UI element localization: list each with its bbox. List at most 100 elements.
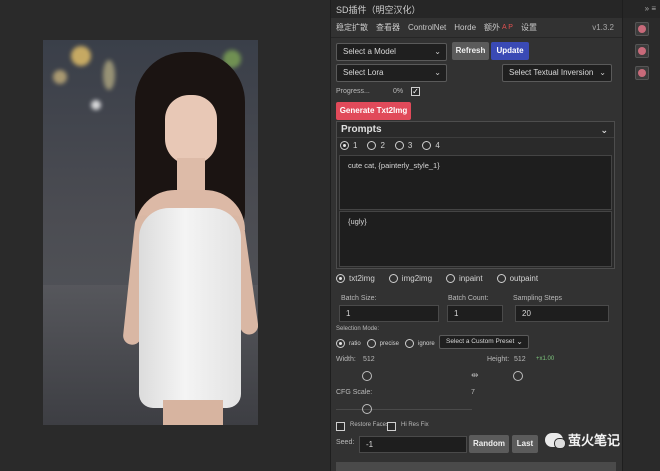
link-ratio-icon[interactable]: ⇹ bbox=[471, 370, 479, 381]
prompt-slot-1[interactable]: 1 bbox=[340, 141, 357, 150]
radio-icon bbox=[336, 274, 345, 283]
hi-res-fix-checkbox[interactable] bbox=[387, 422, 396, 431]
mode-label: inpaint bbox=[459, 274, 483, 283]
generated-image[interactable] bbox=[43, 40, 258, 425]
tab-viewer[interactable]: 查看器 bbox=[376, 22, 400, 33]
batch-size-input[interactable]: 1 bbox=[339, 305, 439, 322]
sd-plugin-panel: SD插件（明空汉化） 稳定扩散 查看器 ControlNet Horde 额外 … bbox=[330, 0, 622, 471]
refresh-button[interactable]: Refresh bbox=[452, 42, 489, 60]
cfg-scale-label: CFG Scale: bbox=[336, 389, 373, 396]
custom-preset-select[interactable]: Select a Custom Preset ⌄ bbox=[439, 335, 529, 349]
selection-ratio[interactable]: ratio bbox=[336, 339, 361, 348]
prompt-slot-2[interactable]: 2 bbox=[367, 141, 385, 150]
height-slider-knob[interactable] bbox=[513, 371, 523, 381]
batch-count-input[interactable]: 1 bbox=[447, 305, 503, 322]
selection-mode-label: Selection Mode: bbox=[336, 326, 380, 332]
negative-prompt-textarea[interactable]: {ugly} bbox=[339, 211, 612, 267]
radio-icon bbox=[366, 339, 376, 348]
tab-extras[interactable]: 额外 bbox=[484, 22, 500, 33]
width-label: Width: bbox=[336, 356, 356, 363]
seed-label: Seed: bbox=[336, 439, 355, 446]
radio-icon bbox=[394, 141, 404, 150]
custom-preset-value: Select a Custom Preset bbox=[446, 338, 515, 345]
cfg-scale-value: 7 bbox=[471, 389, 475, 396]
textual-inversion-select[interactable]: Select Textual Inversion ⌄ bbox=[502, 64, 612, 82]
radio-icon bbox=[336, 339, 345, 348]
mode-label: txt2img bbox=[349, 274, 375, 283]
last-seed-button[interactable]: Last bbox=[512, 435, 538, 453]
height-label: Height: bbox=[487, 356, 510, 363]
seed-input[interactable]: -1 bbox=[359, 436, 467, 453]
selection-mode-group: ratio precise ignore bbox=[336, 339, 441, 348]
sampling-steps-input[interactable]: 20 bbox=[515, 305, 609, 322]
chevron-down-icon: ⌄ bbox=[600, 125, 608, 135]
mode-img2img[interactable]: img2img bbox=[388, 274, 433, 283]
thumbnail-icon[interactable] bbox=[635, 66, 649, 80]
version-label: v1.3.2 bbox=[592, 23, 614, 32]
selection-option-label: ratio bbox=[349, 340, 361, 347]
wechat-icon bbox=[545, 432, 566, 449]
prompts-title: Prompts bbox=[341, 124, 382, 135]
watermark-text: 萤火笔记 bbox=[568, 433, 621, 448]
width-value: 512 bbox=[363, 356, 375, 363]
right-tool-strip: » ≡ bbox=[622, 0, 660, 471]
prompt-slot-label: 2 bbox=[380, 141, 385, 150]
selection-option-label: ignore bbox=[418, 340, 435, 347]
thumbnail-icon[interactable] bbox=[635, 44, 649, 58]
positive-prompt-textarea[interactable]: cute cat, {painterly_style_1} bbox=[339, 155, 612, 210]
width-slider-knob[interactable] bbox=[362, 371, 372, 381]
progress-checkbox[interactable]: ✓ bbox=[411, 87, 420, 96]
model-select-value: Select a Model bbox=[343, 47, 396, 56]
selection-ignore[interactable]: ignore bbox=[405, 339, 435, 348]
model-select[interactable]: Select a Model ⌄ bbox=[336, 43, 447, 61]
prompt-slot-label: 1 bbox=[353, 141, 358, 150]
tab-horde[interactable]: Horde bbox=[454, 23, 476, 32]
hi-res-fix-label: Hi Res Fix bbox=[401, 422, 429, 428]
generate-button[interactable]: Generate Txt2Img bbox=[336, 102, 411, 120]
prompt-slot-label: 4 bbox=[435, 141, 440, 150]
progress-value: 0% bbox=[393, 88, 404, 95]
radio-icon bbox=[340, 141, 349, 150]
tab-badge: A P bbox=[502, 24, 513, 31]
cfg-slider-track[interactable] bbox=[336, 409, 472, 410]
selection-precise[interactable]: precise bbox=[366, 339, 400, 348]
watermark: 萤火笔记 bbox=[545, 430, 620, 449]
panel-titlebar: SD插件（明空汉化） bbox=[331, 0, 622, 18]
tab-controlnet[interactable]: ControlNet bbox=[408, 23, 446, 32]
prompt-slot-4[interactable]: 4 bbox=[422, 141, 440, 150]
update-button[interactable]: Update bbox=[491, 42, 529, 60]
radio-icon bbox=[405, 339, 415, 348]
tab-bar: 稳定扩散 查看器 ControlNet Horde 额外 A P 设置 v1.3… bbox=[331, 18, 622, 38]
mode-outpaint[interactable]: outpaint bbox=[496, 274, 539, 283]
chevron-down-icon: ⌄ bbox=[434, 68, 441, 77]
mode-txt2img[interactable]: txt2img bbox=[336, 274, 375, 283]
prompt-slot-group: 1 2 3 4 bbox=[340, 141, 450, 150]
progress-label: Progress... bbox=[336, 88, 370, 95]
chevron-down-icon: ⌄ bbox=[434, 47, 441, 56]
mode-label: img2img bbox=[401, 274, 433, 283]
tab-stable-diffusion[interactable]: 稳定扩散 bbox=[336, 22, 368, 33]
height-scale: +x1.00 bbox=[536, 356, 555, 362]
mode-inpaint[interactable]: inpaint bbox=[446, 274, 483, 283]
chevron-down-icon: ⌄ bbox=[599, 68, 606, 77]
panel-bottom-bar bbox=[336, 462, 616, 471]
restore-faces-label: Restore Faces bbox=[350, 422, 390, 428]
lora-select-value: Select Lora bbox=[343, 68, 384, 77]
random-seed-button[interactable]: Random bbox=[469, 435, 509, 453]
restore-faces-checkbox[interactable] bbox=[336, 422, 345, 431]
batch-size-label: Batch Size: bbox=[341, 295, 377, 302]
batch-count-label: Batch Count: bbox=[448, 295, 489, 302]
cfg-slider-knob[interactable] bbox=[362, 404, 372, 414]
textual-inversion-value: Select Textual Inversion bbox=[509, 68, 594, 77]
prompts-header[interactable]: Prompts ⌄ bbox=[337, 122, 614, 138]
lora-select[interactable]: Select Lora ⌄ bbox=[336, 64, 447, 82]
radio-icon bbox=[422, 141, 432, 150]
prompt-slot-3[interactable]: 3 bbox=[394, 141, 412, 150]
panel-title: SD插件（明空汉化） bbox=[336, 4, 421, 15]
mode-label: outpaint bbox=[509, 274, 539, 283]
comment-icon[interactable] bbox=[635, 22, 649, 36]
selection-option-label: precise bbox=[379, 340, 400, 347]
mode-group: txt2img img2img inpaint outpaint bbox=[336, 274, 548, 283]
tab-settings[interactable]: 设置 bbox=[521, 22, 537, 33]
strip-controls[interactable]: » ≡ bbox=[623, 0, 660, 18]
